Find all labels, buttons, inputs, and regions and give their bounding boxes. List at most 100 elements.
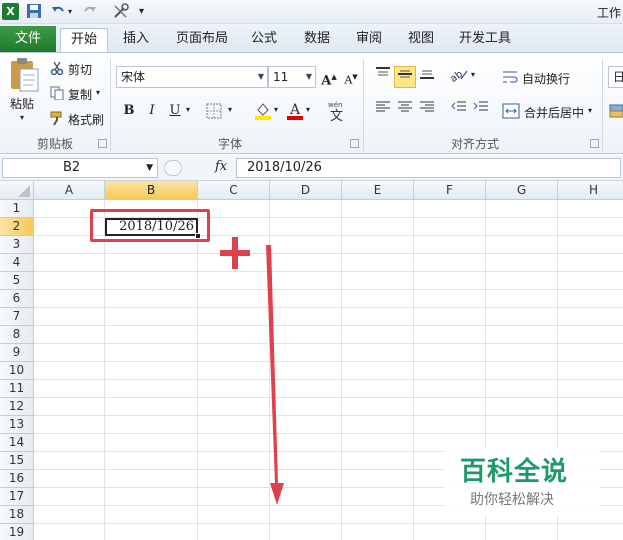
alignment-group-label: 对齐方式: [450, 137, 499, 151]
align-left-icon[interactable]: [372, 100, 394, 122]
wrap-text-button[interactable]: 自动换行: [522, 70, 570, 87]
grow-font-icon[interactable]: A▲: [318, 66, 340, 88]
chevron-down-icon[interactable]: ▼: [146, 159, 153, 177]
align-middle-icon[interactable]: [394, 66, 416, 88]
align-bottom-icon[interactable]: [416, 66, 438, 88]
paste-icon[interactable]: [8, 57, 40, 95]
row-header-2[interactable]: 2: [0, 218, 34, 236]
wrap-text-icon[interactable]: [502, 69, 518, 85]
redo-icon[interactable]: [82, 3, 99, 20]
font-color-icon[interactable]: A: [286, 100, 304, 122]
tab-file[interactable]: 文件: [0, 26, 56, 52]
align-top-icon[interactable]: [372, 66, 394, 88]
font-launcher-icon[interactable]: [350, 139, 359, 148]
row-header-15[interactable]: 15: [0, 452, 34, 470]
align-center-icon[interactable]: [394, 100, 416, 122]
alignment-launcher-icon[interactable]: [590, 139, 599, 148]
worksheet-grid[interactable]: ABCDEFGH 1 2 3 4 5 6 7 8 9 10 11 12 13 14 15 16 17 18 19 2…: [0, 181, 623, 540]
row-header-16[interactable]: 16: [0, 470, 34, 488]
formula-bar-splitter-icon[interactable]: [164, 160, 182, 176]
bold-button[interactable]: B: [118, 100, 140, 122]
column-header-c[interactable]: C: [198, 181, 270, 200]
font-name-select[interactable]: 宋体 ▼: [116, 66, 268, 88]
merge-center-dropdown-icon[interactable]: ▾: [588, 106, 592, 115]
borders-icon[interactable]: [206, 103, 224, 121]
excel-logo-icon: X: [2, 3, 19, 20]
row-header-3[interactable]: 3: [0, 236, 34, 254]
paste-dropdown-icon[interactable]: ▾: [20, 113, 24, 122]
clipboard-launcher-icon[interactable]: [98, 139, 107, 148]
tab-review[interactable]: 审阅: [348, 28, 390, 52]
tools-icon[interactable]: [112, 3, 129, 20]
chevron-down-icon: ▼: [257, 72, 264, 81]
row-header-12[interactable]: 12: [0, 398, 34, 416]
font-size-select[interactable]: 11 ▼: [268, 66, 316, 88]
copy-icon[interactable]: [50, 86, 64, 101]
borders-dropdown-icon[interactable]: ▾: [228, 105, 232, 114]
increase-indent-icon[interactable]: [470, 100, 492, 122]
row-header-9[interactable]: 9: [0, 344, 34, 362]
fill-color-dropdown-icon[interactable]: ▾: [274, 105, 278, 114]
cut-button[interactable]: 剪切: [68, 61, 92, 78]
gridline-horizontal: [34, 307, 623, 308]
name-box[interactable]: B2 ▼: [2, 158, 158, 178]
row-header-7[interactable]: 7: [0, 308, 34, 326]
row-header-11[interactable]: 11: [0, 380, 34, 398]
row-header-4[interactable]: 4: [0, 254, 34, 272]
gridline-horizontal: [34, 343, 623, 344]
tab-formulas[interactable]: 公式: [244, 28, 284, 52]
tab-data[interactable]: 数据: [296, 28, 338, 52]
fill-color-icon[interactable]: [254, 101, 272, 121]
underline-button[interactable]: U: [164, 100, 186, 122]
align-right-icon[interactable]: [416, 100, 438, 122]
column-header-b[interactable]: B: [105, 181, 198, 200]
phonetic-guide-icon[interactable]: wén 文: [326, 99, 350, 124]
format-painter-button[interactable]: 格式刷: [68, 111, 104, 128]
copy-button[interactable]: 复制: [68, 86, 92, 103]
orientation-dropdown-icon[interactable]: ▾: [471, 70, 475, 79]
undo-icon[interactable]: [50, 3, 67, 20]
row-header-17[interactable]: 17: [0, 488, 34, 506]
underline-dropdown-icon[interactable]: ▾: [186, 105, 190, 114]
format-painter-icon[interactable]: [50, 110, 66, 126]
row-header-1[interactable]: 1: [0, 200, 34, 218]
italic-button[interactable]: I: [141, 100, 163, 122]
save-icon[interactable]: [26, 3, 43, 20]
tab-developer[interactable]: 开发工具: [454, 28, 516, 52]
tab-home[interactable]: 开始: [60, 28, 108, 52]
cut-icon[interactable]: [50, 61, 64, 76]
merge-center-button[interactable]: 合并后居中: [524, 104, 584, 121]
column-header-a[interactable]: A: [34, 181, 105, 200]
tab-page-layout[interactable]: 页面布局: [170, 28, 234, 52]
row-header-19[interactable]: 19: [0, 524, 34, 540]
row-header-8[interactable]: 8: [0, 326, 34, 344]
merge-center-icon[interactable]: [502, 103, 520, 119]
row-header-6[interactable]: 6: [0, 290, 34, 308]
row-header-18[interactable]: 18: [0, 506, 34, 524]
column-header-f[interactable]: F: [414, 181, 486, 200]
formula-input[interactable]: 2018/10/26: [236, 158, 621, 178]
row-header-10[interactable]: 10: [0, 362, 34, 380]
paste-button[interactable]: 粘贴: [10, 95, 34, 112]
shrink-font-icon[interactable]: A▼: [340, 66, 362, 88]
font-color-dropdown-icon[interactable]: ▾: [306, 105, 310, 114]
column-header-d[interactable]: D: [270, 181, 342, 200]
decrease-indent-icon[interactable]: [448, 100, 470, 122]
column-header-e[interactable]: E: [342, 181, 414, 200]
tab-insert[interactable]: 插入: [114, 28, 158, 52]
number-format-select[interactable]: 日: [608, 66, 623, 88]
gridline-vertical: [341, 200, 342, 540]
tab-view[interactable]: 视图: [400, 28, 442, 52]
copy-dropdown-icon[interactable]: ▾: [96, 88, 100, 97]
currency-format-icon[interactable]: [609, 103, 623, 119]
customize-qat-icon[interactable]: ▾: [139, 3, 149, 20]
row-header-13[interactable]: 13: [0, 416, 34, 434]
undo-dropdown-icon[interactable]: ▾: [68, 3, 76, 20]
select-all-corner[interactable]: [0, 181, 34, 200]
orientation-icon[interactable]: ab: [448, 66, 470, 88]
insert-function-icon[interactable]: fx: [215, 159, 227, 174]
row-header-14[interactable]: 14: [0, 434, 34, 452]
row-header-5[interactable]: 5: [0, 272, 34, 290]
column-header-h[interactable]: H: [558, 181, 623, 200]
column-header-g[interactable]: G: [486, 181, 558, 200]
